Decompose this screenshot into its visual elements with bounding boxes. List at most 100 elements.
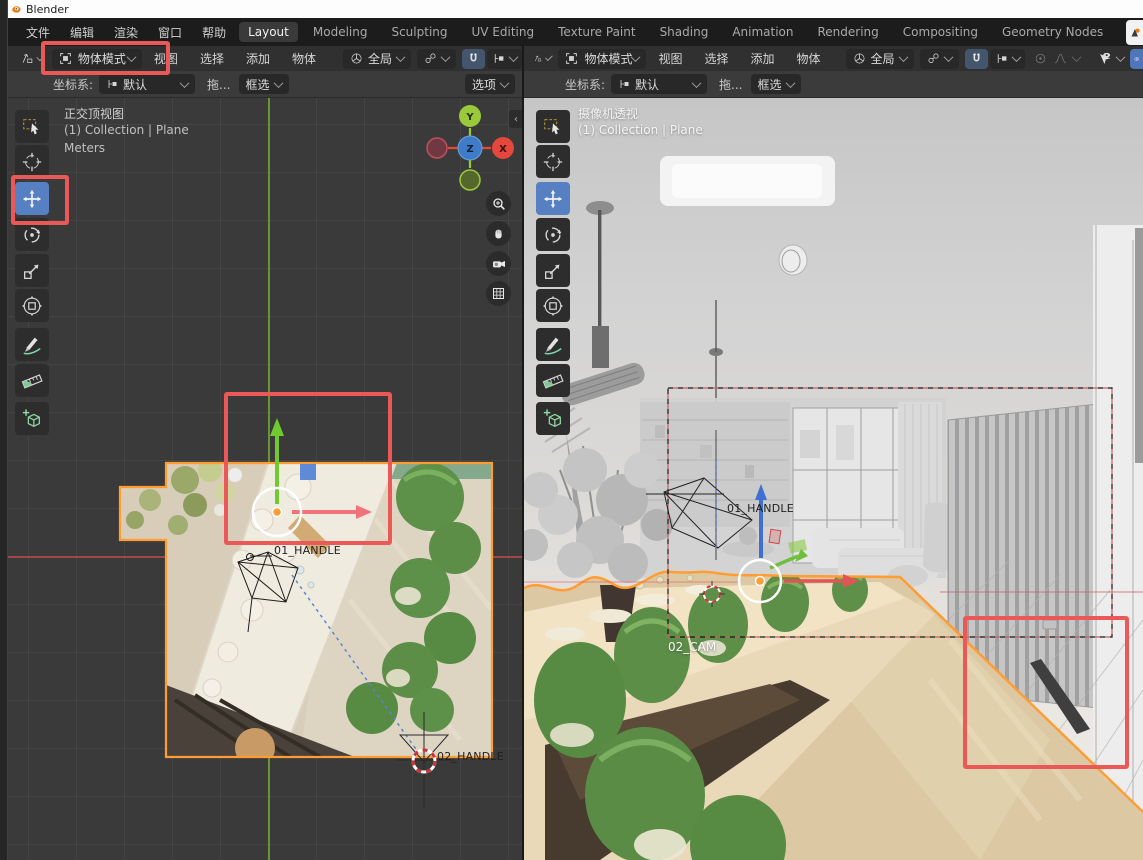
tab-rendering[interactable]: Rendering: [809, 22, 888, 42]
tab-layout[interactable]: Layout: [239, 22, 298, 42]
magnet-icon: [970, 52, 983, 65]
proportional-edit-toggle[interactable]: [1031, 49, 1050, 69]
tool-cursor[interactable]: [536, 145, 570, 178]
menu-view[interactable]: 视图: [658, 50, 682, 67]
select-box-icon: [21, 116, 43, 138]
tool-rotate[interactable]: [536, 218, 570, 251]
window-titlebar[interactable]: Blender: [0, 0, 1143, 19]
tool-transform[interactable]: [15, 289, 49, 322]
coord-dropdown[interactable]: 默认: [611, 74, 707, 94]
ortho-toggle-button[interactable]: [486, 281, 511, 306]
tool-select-box[interactable]: [536, 110, 570, 143]
tool-add-cube[interactable]: [15, 402, 49, 435]
gizmo-visibility-dropdown[interactable]: [1093, 49, 1128, 69]
options-dropdown[interactable]: 选项: [465, 74, 515, 94]
move-icon: [542, 188, 564, 210]
select-box-dropdown[interactable]: 框选: [239, 74, 289, 94]
menu-item-window[interactable]: 窗口: [158, 24, 182, 41]
snap-toggle[interactable]: [965, 49, 988, 69]
tool-measure[interactable]: [536, 364, 570, 397]
mode-dropdown[interactable]: 物体模式: [52, 49, 142, 69]
select-box-dropdown[interactable]: 框选: [751, 74, 801, 94]
menu-select[interactable]: 选择: [200, 50, 224, 67]
tab-uv-editing[interactable]: UV Editing: [463, 22, 544, 42]
pan-nav-button[interactable]: [486, 221, 511, 246]
tool-move[interactable]: [536, 182, 570, 215]
cursor-tool-icon: [542, 151, 564, 173]
falloff-dropdown[interactable]: [1050, 49, 1083, 69]
tab-shading[interactable]: Shading: [651, 22, 718, 42]
editor-type-icon[interactable]: [21, 50, 33, 67]
mode-dropdown[interactable]: 物体模式: [558, 49, 646, 69]
menu-item-help[interactable]: 帮助: [202, 24, 226, 41]
axis-neg-x-ball[interactable]: [427, 138, 447, 158]
sidebar-collapse-arrow[interactable]: ‹: [509, 110, 523, 128]
orientation-dropdown[interactable]: 全局: [846, 49, 914, 69]
right-tool-settings: 坐标系: 默认 拖... 框选: [524, 71, 1143, 97]
tool-annotate[interactable]: [15, 328, 49, 361]
tab-compositing[interactable]: Compositing: [894, 22, 987, 42]
menu-select[interactable]: 选择: [704, 50, 728, 67]
menu-add[interactable]: 添加: [246, 50, 270, 67]
menubar: 文件 编辑 渲染 窗口 帮助 Layout Modeling Sculpting…: [0, 18, 1143, 46]
tool-cursor[interactable]: [15, 145, 49, 178]
select-box-label: 框选: [246, 76, 270, 93]
snap-with-dropdown[interactable]: [487, 49, 522, 69]
tool-scale[interactable]: [536, 254, 570, 287]
scale-icon: [21, 260, 43, 282]
select-box-icon: [542, 116, 564, 138]
overlays-toggle[interactable]: [1130, 49, 1143, 69]
pivot-dropdown[interactable]: [417, 49, 456, 69]
orientation-dropdown[interactable]: 全局: [343, 49, 411, 69]
tool-rotate[interactable]: [15, 218, 49, 251]
viewport-divider[interactable]: [522, 46, 524, 860]
tool-measure[interactable]: [15, 364, 49, 397]
object-mode-icon: [59, 52, 72, 65]
left-viewport-canvas[interactable]: [7, 97, 524, 860]
tool-annotate[interactable]: [536, 328, 570, 361]
tool-scale[interactable]: [15, 254, 49, 287]
menu-object[interactable]: 物体: [292, 50, 316, 67]
tool-transform[interactable]: [536, 289, 570, 322]
mode-label: 物体模式: [78, 50, 126, 67]
menu-view[interactable]: 视图: [154, 50, 178, 67]
snap-with-dropdown[interactable]: [990, 49, 1025, 69]
falloff-curve-icon: [1053, 52, 1068, 65]
tab-animation[interactable]: Animation: [723, 22, 802, 42]
coord-dropdown[interactable]: 默认: [99, 74, 195, 94]
measure-icon: [21, 370, 43, 392]
svg-text:X: X: [499, 144, 507, 155]
right-viewport-canvas[interactable]: [524, 97, 1143, 860]
blender-window: Blender 文件 编辑 渲染 窗口 帮助 Layout Modeling S…: [0, 0, 1143, 860]
menu-add[interactable]: 添加: [751, 50, 775, 67]
zoom-nav-button[interactable]: [486, 191, 511, 216]
tab-geometry-nodes[interactable]: Geometry Nodes: [993, 22, 1112, 42]
tool-add-cube[interactable]: [536, 402, 570, 435]
snap-toggle[interactable]: [462, 49, 485, 69]
tab-texture-paint[interactable]: Texture Paint: [549, 22, 644, 42]
drag-label: 拖...: [207, 76, 230, 93]
menu-item-edit[interactable]: 编辑: [70, 24, 94, 41]
measure-icon: [542, 370, 564, 392]
menu-object[interactable]: 物体: [797, 50, 821, 67]
window-title: Blender: [26, 3, 69, 16]
rotate-icon: [21, 224, 43, 246]
zoom-icon: [491, 196, 507, 212]
axis-neg-y-ball[interactable]: [460, 170, 480, 190]
object-mode-icon: [565, 52, 578, 65]
tab-modeling[interactable]: Modeling: [304, 22, 377, 42]
camera-view-button[interactable]: [486, 251, 511, 276]
transform-icon: [542, 295, 564, 317]
tool-select-box[interactable]: [15, 110, 49, 143]
scene-icon-button[interactable]: [1126, 20, 1143, 45]
orientation-label: 全局: [871, 50, 895, 67]
left-viewport-header: 物体模式 视图 选择 添加 物体 全局: [7, 46, 522, 71]
tab-sculpting[interactable]: Sculpting: [382, 22, 456, 42]
hand-icon: [491, 226, 506, 241]
menu-item-file[interactable]: 文件: [26, 24, 50, 41]
menu-item-render[interactable]: 渲染: [114, 24, 138, 41]
tool-move[interactable]: [15, 182, 49, 215]
orientation-label: 全局: [368, 50, 392, 67]
pivot-dropdown[interactable]: [920, 49, 959, 69]
editor-type-icon[interactable]: [534, 50, 542, 67]
